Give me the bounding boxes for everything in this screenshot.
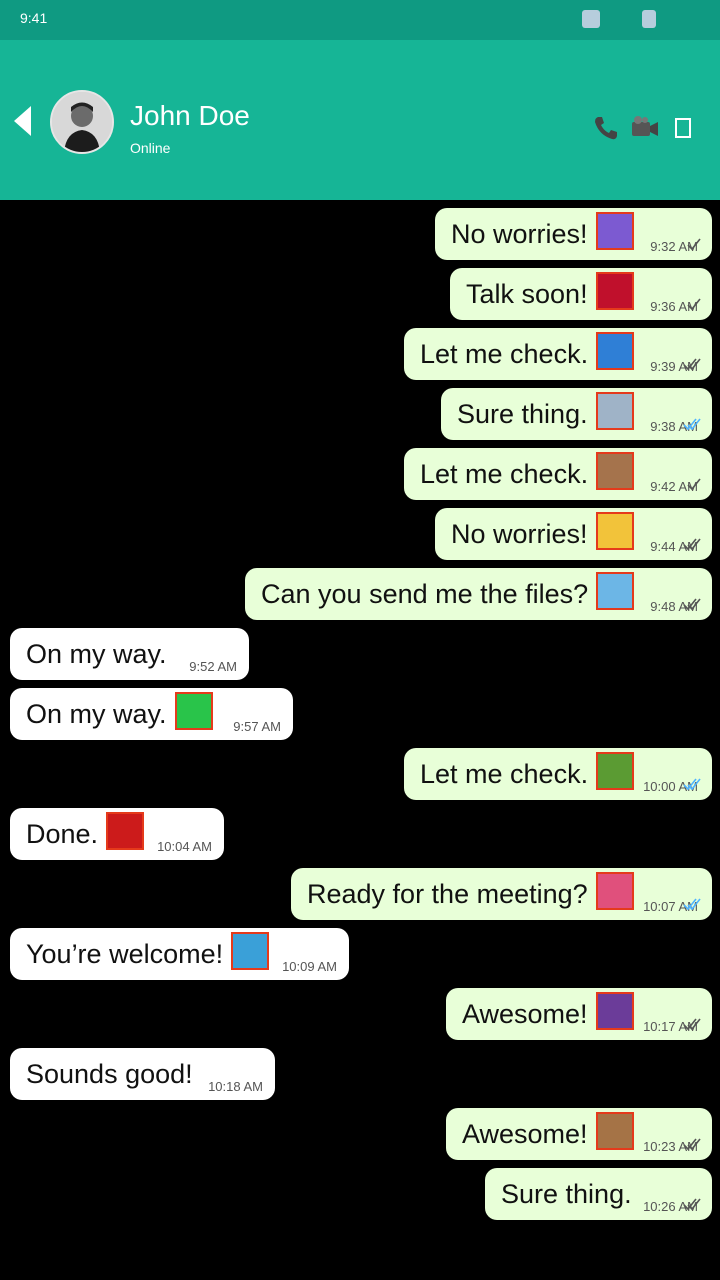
bride-with-veil-emoji: [596, 1112, 634, 1150]
avatar[interactable]: [50, 90, 114, 154]
incoming-message[interactable]: Done. 10:04 AM: [10, 808, 224, 862]
incoming-message[interactable]: You’re welcome! 10:09 AM: [10, 928, 349, 982]
chat-header: John Doe Online: [0, 40, 720, 200]
outgoing-message[interactable]: Let me check. 9:42 AM: [404, 448, 712, 502]
botswana-flag-emoji: [596, 572, 634, 610]
bubble-shadow: [441, 438, 712, 442]
message-text: Done.: [26, 819, 99, 849]
single-check-icon: [680, 296, 702, 312]
single-check-icon: [680, 476, 702, 492]
incoming-message[interactable]: Sounds good! 10:18 AM: [10, 1048, 275, 1102]
weightlifter-emoji: [596, 752, 634, 790]
angola-flag-emoji: [596, 272, 634, 310]
technologist-emoji: [596, 392, 634, 430]
pointing-finger-emoji: [596, 512, 634, 550]
message-text: Ready for the meeting?: [307, 879, 588, 909]
outgoing-message[interactable]: Talk soon! 9:36 AM: [450, 268, 712, 322]
green-heart-emoji: [175, 692, 213, 730]
message-timestamp: 9:57 AM: [233, 719, 281, 734]
bubble-shadow: [291, 918, 712, 922]
bubble-shadow: [10, 678, 249, 682]
outgoing-message[interactable]: Let me check. 10:00 AM: [404, 748, 712, 802]
video-camera-icon[interactable]: [630, 114, 658, 142]
message-timestamp: 9:52 AM: [189, 659, 237, 674]
bubble-shadow: [404, 498, 712, 502]
female-sign-emoji: [596, 872, 634, 910]
back-arrow-icon[interactable]: [14, 106, 31, 136]
bubble-shadow: [446, 1038, 712, 1042]
double-check-icon: [680, 536, 702, 552]
read-check-icon: [680, 416, 702, 432]
double-check-icon: [680, 1196, 702, 1212]
message-text: You’re welcome!: [26, 939, 224, 969]
message-timestamp: 10:09 AM: [282, 959, 337, 974]
bubble-shadow: [10, 978, 349, 982]
message-text: Talk soon!: [466, 279, 588, 309]
blue-cap-emoji: [596, 332, 634, 370]
incoming-message[interactable]: On my way. 9:57 AM: [10, 688, 293, 742]
bubble-shadow: [10, 738, 293, 742]
contact-name[interactable]: John Doe: [130, 100, 250, 132]
message-text: Let me check.: [420, 759, 589, 789]
message-list[interactable]: No worries! 9:32 AM Talk soon! 9:36 AM Let m…: [0, 200, 720, 1280]
read-check-icon: [680, 896, 702, 912]
presence-status: Online: [130, 140, 171, 156]
message-text: Sure thing.: [457, 399, 588, 429]
bubble-shadow: [446, 1158, 712, 1162]
phone-icon[interactable]: [592, 114, 620, 142]
selfie-emoji: [231, 932, 269, 970]
message-text: Sounds good!: [26, 1059, 193, 1089]
bubble-shadow: [435, 258, 712, 262]
message-text: Sure thing.: [501, 1179, 632, 1209]
battery-icon: [642, 10, 656, 28]
status-time: 9:41: [20, 10, 48, 26]
message-text: No worries!: [451, 219, 588, 249]
single-check-icon: [680, 236, 702, 252]
bubble-shadow: [485, 1218, 712, 1222]
outgoing-message[interactable]: Can you send me the files? 9:48 AM: [245, 568, 712, 622]
double-check-icon: [680, 1136, 702, 1152]
outgoing-message[interactable]: Sure thing. 9:38 AM: [441, 388, 712, 442]
message-timestamp: 10:18 AM: [208, 1079, 263, 1094]
double-check-icon: [680, 356, 702, 372]
outgoing-message[interactable]: Sure thing. 10:26 AM: [485, 1168, 712, 1222]
message-text: Let me check.: [420, 459, 589, 489]
message-text: Can you send me the files?: [261, 579, 589, 609]
cyclist-emoji: [596, 212, 634, 250]
outgoing-message[interactable]: Let me check. 9:39 AM: [404, 328, 712, 382]
message-timestamp: 10:04 AM: [157, 839, 212, 854]
bubble-shadow: [10, 858, 224, 862]
double-check-icon: [680, 1016, 702, 1032]
samoa-flag-emoji: [106, 812, 144, 850]
bubble-shadow: [435, 558, 712, 562]
supervillain-emoji: [596, 992, 634, 1030]
message-text: No worries!: [451, 519, 588, 549]
read-check-icon: [680, 776, 702, 792]
message-text: Awesome!: [462, 1119, 588, 1149]
message-text: Awesome!: [462, 999, 588, 1029]
status-bar: 9:41: [0, 0, 720, 40]
more-icon[interactable]: [674, 114, 702, 142]
double-check-icon: [680, 596, 702, 612]
outgoing-message[interactable]: Ready for the meeting? 10:07 AM: [291, 868, 712, 922]
outgoing-message[interactable]: Awesome! 10:23 AM: [446, 1108, 712, 1162]
message-text: On my way.: [26, 699, 167, 729]
outgoing-message[interactable]: Awesome! 10:17 AM: [446, 988, 712, 1042]
bubble-shadow: [450, 318, 712, 322]
message-text: Let me check.: [420, 339, 589, 369]
bubble-shadow: [10, 1098, 275, 1102]
incoming-message[interactable]: On my way. 9:52 AM: [10, 628, 249, 682]
bubble-shadow: [404, 378, 712, 382]
outgoing-message[interactable]: No worries! 9:32 AM: [435, 208, 712, 262]
outgoing-message[interactable]: No worries! 9:44 AM: [435, 508, 712, 562]
bubble-shadow: [245, 618, 712, 622]
signal-icon: [582, 10, 600, 28]
message-text: On my way.: [26, 639, 167, 669]
bubble-shadow: [404, 798, 712, 802]
person-bowing-emoji: [596, 452, 634, 490]
